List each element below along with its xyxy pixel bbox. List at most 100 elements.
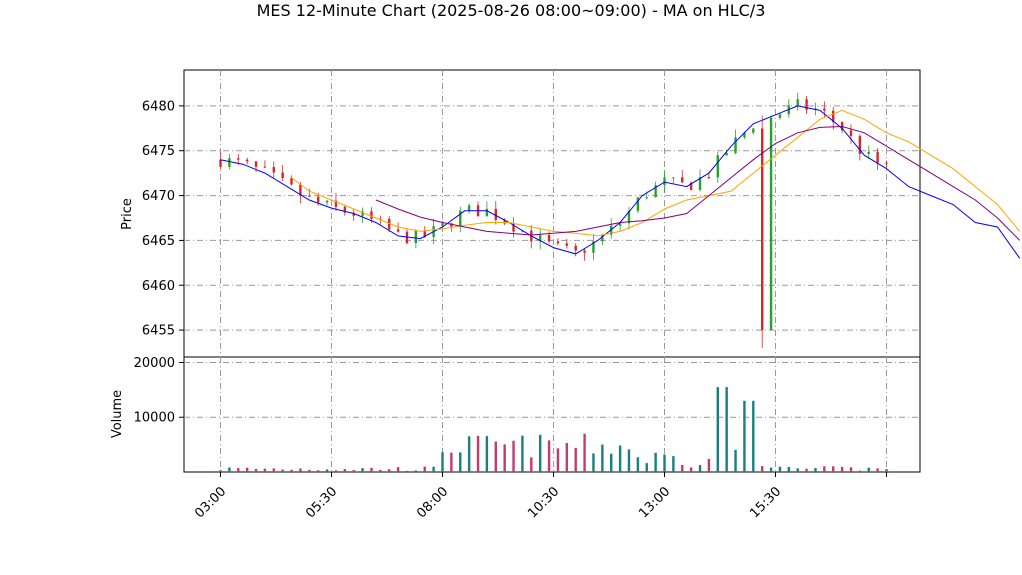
candle-body xyxy=(725,153,728,156)
volume-bar xyxy=(352,470,355,472)
candle-body xyxy=(778,114,782,118)
volume-y-tick-label: 20000 xyxy=(134,356,175,371)
volume-bar xyxy=(565,442,569,472)
volume-bar xyxy=(361,468,364,472)
candle-body xyxy=(370,211,373,219)
candle-body xyxy=(228,158,231,167)
volume-bar xyxy=(388,469,391,472)
volume-bar xyxy=(281,469,284,472)
candle-body xyxy=(308,195,311,197)
chart-title: MES 12-Minute Chart (2025-08-26 08:00~09… xyxy=(257,1,766,20)
volume-bar xyxy=(663,454,666,472)
volume-bar xyxy=(645,463,648,472)
x-tick-label: 05:30 xyxy=(303,484,340,521)
candle-body xyxy=(494,208,497,220)
candle-body xyxy=(867,151,870,155)
price-y-tick-label: 6455 xyxy=(142,324,175,339)
volume-bar xyxy=(681,465,684,472)
candle-body xyxy=(760,128,764,331)
volume-bar xyxy=(485,436,489,472)
volume-bar xyxy=(805,468,808,472)
volume-bar xyxy=(530,457,533,472)
candle-body xyxy=(752,128,755,133)
volume-bar xyxy=(849,467,853,472)
x-tick-label: 08:00 xyxy=(414,484,451,521)
volume-bar xyxy=(627,449,631,472)
volume-bar xyxy=(725,387,728,472)
volume-bar xyxy=(734,449,737,472)
candle-body xyxy=(281,172,284,178)
volume-bar xyxy=(396,467,400,472)
volume-bar xyxy=(778,466,782,472)
volume-bar xyxy=(760,466,764,472)
volume-bar xyxy=(334,470,338,472)
volume-bar xyxy=(885,469,888,472)
candle-body xyxy=(681,177,684,183)
candle-body xyxy=(565,243,569,246)
moving-averages xyxy=(220,105,1021,259)
volume-bar xyxy=(574,447,577,472)
candle-body xyxy=(849,130,853,137)
volume-bar xyxy=(450,452,453,472)
volume-bar xyxy=(308,469,311,472)
candle-body xyxy=(885,162,888,164)
volume-bar xyxy=(272,468,275,472)
x-tick-label: 13:00 xyxy=(636,484,673,521)
volume-bar xyxy=(876,468,879,472)
volume-bar xyxy=(823,466,826,472)
price-y-tick-label: 6460 xyxy=(142,279,175,294)
volume-bar xyxy=(343,469,347,472)
price-y-tick-label: 6470 xyxy=(142,189,175,204)
volume-bar xyxy=(290,469,293,472)
volume-bar xyxy=(432,466,435,472)
volume-bar xyxy=(618,445,622,472)
volume-bar xyxy=(716,387,719,472)
candle-body xyxy=(396,229,400,232)
volume-bar xyxy=(707,458,711,472)
candle-body xyxy=(823,108,826,111)
volume-bar xyxy=(672,456,675,472)
volume-bar xyxy=(459,452,462,472)
volume-bar xyxy=(494,441,497,472)
candle-body xyxy=(467,205,471,211)
volume-bar xyxy=(752,400,755,472)
volume-bar xyxy=(521,435,524,472)
price-y-tick-label: 6475 xyxy=(142,144,175,159)
candle-body xyxy=(325,200,329,203)
volume-bar xyxy=(583,433,586,472)
candle-body xyxy=(796,99,799,106)
volume-panel-frame xyxy=(183,356,921,473)
volume-bar xyxy=(245,467,249,472)
volume-bar xyxy=(556,448,560,472)
volume-bar xyxy=(228,467,231,472)
volume-bar xyxy=(237,468,240,472)
volume-axis-label: Volume xyxy=(110,390,125,438)
volume-bar xyxy=(423,466,426,472)
volume-bar xyxy=(636,457,640,472)
volume-bar xyxy=(476,435,480,472)
volume-bar xyxy=(254,468,258,472)
volume-bar xyxy=(769,467,773,472)
volume-bar xyxy=(592,453,595,472)
volume-bar xyxy=(441,452,444,472)
moving-average-line xyxy=(375,125,1021,241)
candle-body xyxy=(441,223,444,227)
x-tick-label: 15:30 xyxy=(747,484,784,521)
price-y-tick-label: 6480 xyxy=(142,99,175,114)
x-tick-label: 03:00 xyxy=(192,484,229,521)
candle-body xyxy=(716,155,719,178)
chart: MES 12-Minute Chart (2025-08-26 08:00~09… xyxy=(110,1,1021,521)
volume-bar xyxy=(814,468,817,472)
candle-body xyxy=(316,196,320,203)
candle-body xyxy=(547,235,551,242)
volume-bar xyxy=(467,436,471,472)
volume-bar xyxy=(867,467,870,472)
moving-average-line xyxy=(220,105,1021,259)
volume-bar xyxy=(503,444,506,472)
price-axis-label: Price xyxy=(120,198,135,230)
candle-body xyxy=(254,161,258,167)
volume-bar xyxy=(689,467,693,472)
volume-bar xyxy=(263,468,267,472)
candle-body xyxy=(672,177,675,179)
volume-bar xyxy=(858,470,862,472)
